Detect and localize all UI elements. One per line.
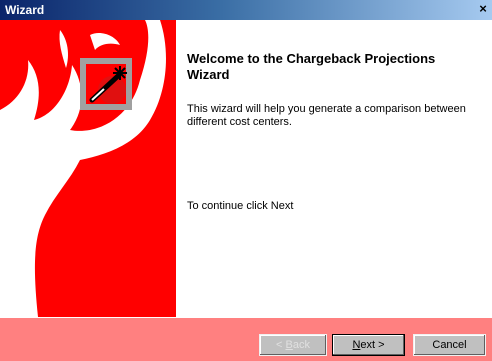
next-button[interactable]: Next > bbox=[332, 334, 405, 356]
deer-wand-graphic bbox=[0, 20, 176, 317]
back-button[interactable]: < Back bbox=[259, 334, 327, 356]
back-label-rest: ack bbox=[292, 339, 310, 351]
cancel-button[interactable]: Cancel bbox=[413, 334, 486, 356]
window-title: Wizard bbox=[5, 3, 45, 17]
button-bar: < Back Next > Cancel bbox=[0, 317, 492, 361]
wizard-content: Welcome to the Chargeback Projections Wi… bbox=[177, 20, 492, 317]
page-title: Welcome to the Chargeback Projections Wi… bbox=[187, 51, 436, 82]
title-bar[interactable]: Wizard × bbox=[0, 0, 492, 20]
continue-hint: To continue click Next bbox=[187, 200, 294, 212]
next-label-rest: ext > bbox=[360, 339, 385, 351]
wizard-description: This wizard will help you generate a com… bbox=[187, 103, 466, 128]
back-access-key: B bbox=[285, 339, 293, 351]
back-prefix: < bbox=[276, 339, 286, 351]
wizard-sidebar bbox=[0, 20, 176, 317]
close-icon[interactable]: × bbox=[476, 2, 490, 16]
